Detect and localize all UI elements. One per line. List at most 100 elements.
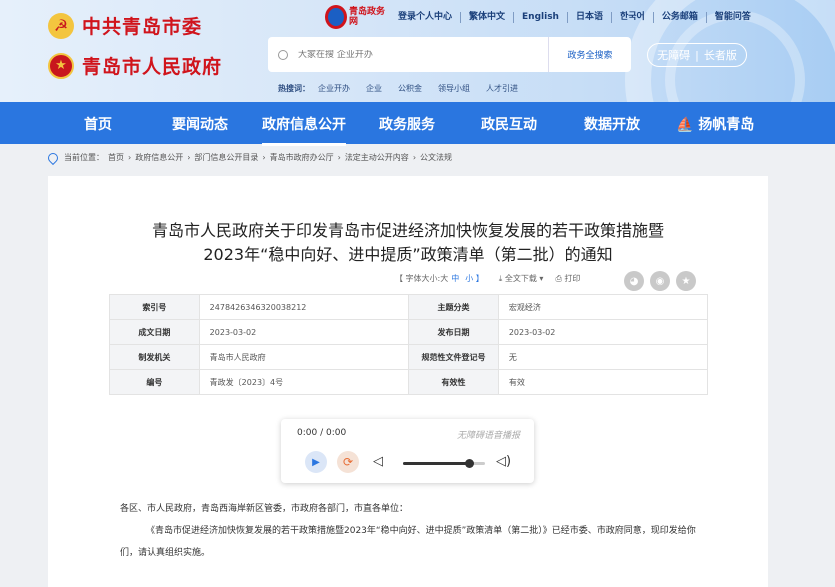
document-metadata-table: 索引号 2478426346320038212 主题分类 宏观经济 成文日期 2…	[109, 294, 709, 395]
meta-key: 发布日期	[408, 319, 499, 345]
search-button[interactable]: 政务全搜索	[548, 37, 631, 72]
sail-icon: ⛵	[676, 117, 699, 133]
breadcrumb-link[interactable]: 法定主动公开内容	[345, 152, 409, 163]
nav-item-services[interactable]: 政务服务	[379, 114, 435, 134]
volume-fill	[403, 462, 469, 465]
party-brand[interactable]: ☭ 中共青岛市委	[48, 12, 202, 39]
gov-name: 青岛市人民政府	[82, 56, 223, 78]
hotword-link[interactable]: 企业开办	[318, 83, 350, 94]
article-panel: 青岛市人民政府关于印发青岛市促进经济加快恢复发展的若干政策措施暨 2023年“稳…	[48, 176, 768, 587]
meta-value: 2478426346320038212	[198, 294, 410, 320]
title-line: 青岛市人民政府关于印发青岛市促进经济加快恢复发展的若干政策措施暨	[151, 221, 664, 240]
nav-item-qingdao[interactable]: ⛵ 扬帆青岛	[676, 114, 754, 134]
nav-item-news[interactable]: 要闻动态	[172, 114, 228, 134]
portal-logo-text: 青岛政务网	[349, 7, 386, 27]
table-row: 制发机关 青岛市人民政府 规范性文件登记号 无	[109, 344, 709, 370]
meta-value: 无	[497, 344, 709, 370]
hotword-link[interactable]: 人才引进	[486, 83, 518, 94]
breadcrumb: 当前位置： 首页 › 政府信息公开 › 部门信息公开目录 › 青岛市政府办公厅 › 法定…	[45, 150, 456, 165]
meta-key: 成文日期	[109, 319, 200, 345]
meta-key: 规范性文件登记号	[408, 344, 499, 370]
hotwords-label: 热搜词：	[278, 84, 310, 93]
breadcrumb-link[interactable]: 政府信息公开	[135, 152, 183, 163]
breadcrumb-separator: ›	[262, 153, 266, 162]
top-link-korean[interactable]: 한국어	[612, 12, 654, 23]
favorite-star-icon[interactable]: ★	[676, 271, 696, 291]
nav-item-interaction[interactable]: 政民互动	[481, 114, 537, 134]
breadcrumb-link[interactable]: 部门信息公开目录	[194, 152, 258, 163]
nav-item-home[interactable]: 首页	[84, 114, 112, 134]
meta-value: 有效	[497, 369, 709, 395]
breadcrumb-separator: ›	[128, 153, 132, 162]
top-link-mail[interactable]: 公务邮箱	[654, 12, 707, 23]
hotword-link[interactable]: 领导小组	[438, 83, 470, 94]
table-row: 编号 青政发〔2023〕4号 有效性 有效	[109, 369, 709, 395]
body-paragraph: 《青岛市促进经济加快恢复发展的若干政策措施暨2023年“稳中向好、进中提质”政策…	[120, 526, 696, 558]
party-name: 中共青岛市委	[82, 16, 203, 38]
breadcrumb-prefix: 当前位置：	[64, 153, 104, 162]
top-link-japanese[interactable]: 日本语	[568, 12, 612, 23]
gov-brand[interactable]: ★ 青岛市人民政府	[48, 52, 222, 79]
meta-key: 编号	[109, 369, 200, 395]
meta-value: 青政发〔2023〕4号	[198, 369, 410, 395]
accessibility-button[interactable]: 无障碍	[652, 47, 695, 63]
top-link-traditional[interactable]: 繁体中文	[461, 12, 515, 23]
nav-item-gov-info[interactable]: 政府信息公开	[262, 114, 346, 146]
font-size-small[interactable]: 小 】	[465, 273, 484, 284]
table-row: 索引号 2478426346320038212 主题分类 宏观经济	[109, 294, 709, 320]
volume-handle[interactable]	[464, 459, 474, 468]
breadcrumb-link[interactable]: 青岛市政府办公厅	[270, 152, 334, 163]
top-links: 登录个人中心 繁体中文 English 日本语 한국어 公务邮箱 智能问答	[398, 12, 759, 23]
font-size-large[interactable]: 大	[440, 273, 448, 284]
weibo-share-icon[interactable]: ◉	[650, 271, 670, 291]
hotword-link[interactable]: 企业	[366, 83, 382, 94]
national-emblem-icon: ★	[48, 52, 74, 79]
site-header: ☭ 中共青岛市委 ★ 青岛市人民政府 青岛政务网 登录个人中心 繁体中文 Eng…	[0, 0, 835, 102]
meta-key: 有效性	[408, 369, 499, 395]
search-input[interactable]	[298, 49, 518, 60]
meta-value: 2023-03-02	[497, 319, 709, 345]
play-icon[interactable]: ▶	[305, 451, 327, 473]
volume-up-icon[interactable]: ◁)	[496, 454, 511, 469]
article-body: 各区、市人民政府，青岛西海岸新区管委，市政府各部门，市直各单位： 《青岛市促进经…	[120, 498, 700, 564]
mute-volume-icon[interactable]: ◁	[373, 454, 383, 469]
hotword-link[interactable]: 公积金	[398, 83, 422, 94]
table-row: 成文日期 2023-03-02 发布日期 2023-03-02	[109, 319, 709, 345]
breadcrumb-separator: ›	[412, 153, 417, 162]
meta-value: 宏观经济	[497, 294, 709, 320]
top-link-login[interactable]: 登录个人中心	[398, 12, 462, 23]
portal-logo[interactable]: 青岛政务网	[325, 4, 389, 30]
elder-version-button[interactable]: 长者版	[699, 47, 742, 63]
body-paragraph: 各区、市人民政府，青岛西海岸新区管委，市政府各部门，市直各单位：	[120, 504, 409, 514]
page-title: 青岛市人民政府关于印发青岛市促进经济加快恢复发展的若干政策措施暨 2023年“稳…	[48, 219, 768, 267]
print-label: 打印	[564, 274, 581, 283]
download-label: 全文下载	[504, 274, 537, 283]
meta-value: 青岛市人民政府	[198, 344, 410, 370]
font-size-label: 【 字体大小:	[395, 274, 441, 283]
breadcrumb-link[interactable]: 首页	[108, 152, 124, 163]
top-link-qa[interactable]: 智能问答	[707, 12, 759, 23]
audio-tag: 无障碍语音播报	[456, 431, 520, 441]
audio-time: 0:00 / 0:00	[297, 428, 347, 438]
meta-key: 索引号	[109, 294, 200, 320]
audio-player: 0:00 / 0:00 无障碍语音播报 ▶ ⟳ ◁ ◁)	[281, 419, 534, 483]
meta-key: 制发机关	[109, 344, 200, 370]
nav-item-open-data[interactable]: 数据开放	[584, 114, 640, 134]
top-link-english[interactable]: English	[514, 12, 568, 23]
download-button[interactable]: ⤓ 全文下载 ▾	[499, 273, 544, 284]
wechat-share-icon[interactable]: ◕	[624, 271, 644, 291]
volume-slider[interactable]	[403, 459, 485, 468]
print-button[interactable]: ⎙ 打印	[555, 273, 580, 284]
breadcrumb-separator: ›	[337, 153, 341, 162]
hot-words: 热搜词： 企业开办 企业 公积金 领导小组 人才引进	[278, 83, 534, 94]
location-pin-icon	[45, 150, 61, 165]
font-size-medium[interactable]: 中	[451, 273, 459, 284]
loop-icon[interactable]: ⟳	[337, 451, 359, 473]
title-line: 2023年“稳中向好、进中提质”政策清单（第二批）的通知	[203, 245, 613, 264]
breadcrumb-link[interactable]: 公文法规	[420, 152, 452, 163]
main-nav: 首页 要闻动态 政府信息公开 政务服务 政民互动 数据开放 ⛵ 扬帆青岛	[0, 102, 835, 146]
nav-item-label: 扬帆青岛	[698, 117, 755, 133]
breadcrumb-separator: ›	[187, 153, 191, 162]
search-box	[268, 37, 548, 72]
article-tools: 【 字体大小: 大 中 小 】 ⤓ 全文下载 ▾ ⎙ 打印	[395, 273, 580, 284]
